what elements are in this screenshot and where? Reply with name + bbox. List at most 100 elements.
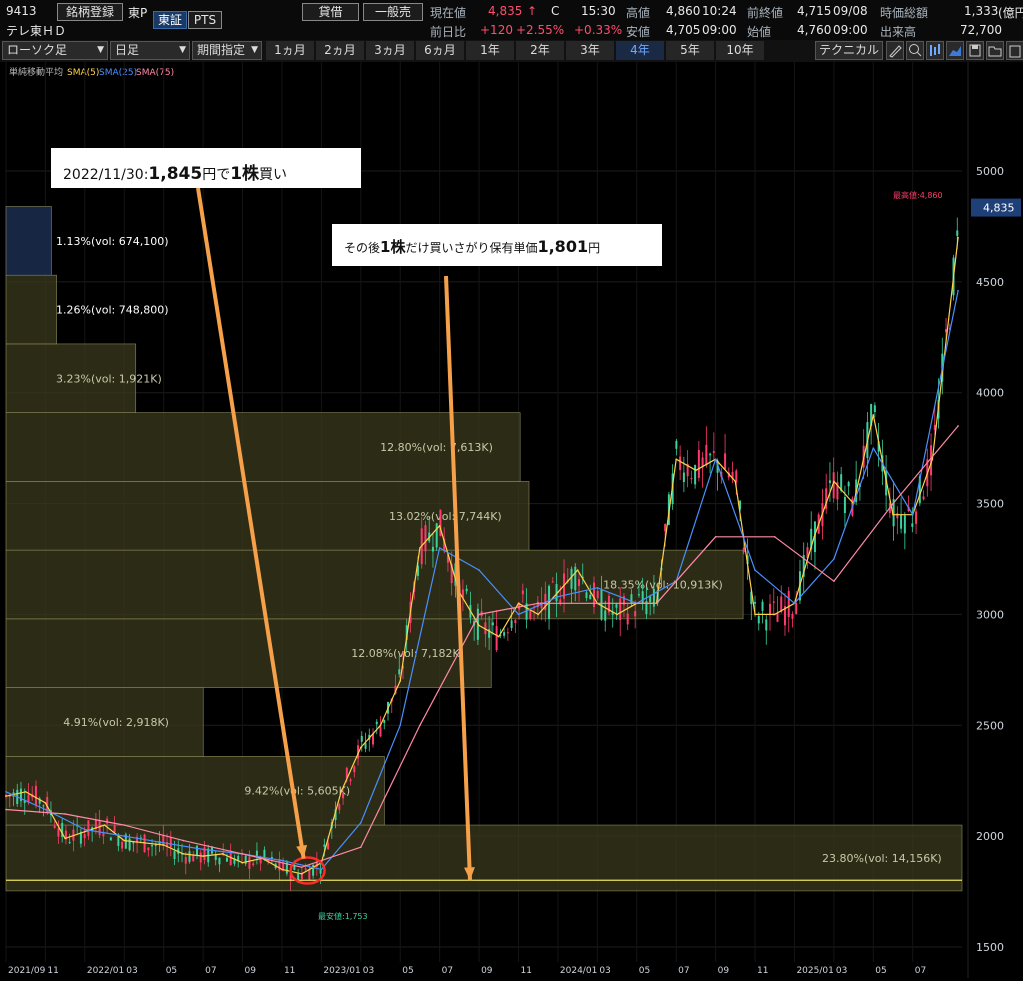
- period-tab[interactable]: 3ヵ月: [366, 41, 414, 60]
- candle-body: [53, 825, 56, 828]
- pen-icon[interactable]: [886, 41, 904, 60]
- sma-point: [872, 447, 875, 449]
- x-tick-label: 2022/01: [87, 966, 124, 976]
- candle-icon[interactable]: [926, 41, 944, 60]
- sma-point: [379, 724, 382, 727]
- candle-body: [956, 230, 959, 236]
- candle-body: [896, 513, 899, 519]
- sma-point: [957, 425, 959, 427]
- clipboard-icon[interactable]: [1006, 41, 1023, 60]
- candle-body: [225, 857, 228, 862]
- sma-point: [222, 853, 224, 855]
- current-price-label: 4,835: [983, 202, 1015, 215]
- current-value: 4,835: [488, 4, 523, 18]
- x-tick-label: 2024/01: [560, 966, 597, 976]
- sma-point: [957, 289, 959, 292]
- period-tab[interactable]: 2ヵ月: [316, 41, 364, 60]
- sma-point: [300, 866, 303, 868]
- range-mode-value: 期間指定: [197, 43, 246, 57]
- interval-value: 日足: [115, 43, 140, 57]
- current-label: 現在値: [430, 6, 467, 20]
- technical-label: テクニカル: [818, 43, 879, 57]
- candle-body: [106, 818, 109, 824]
- candle-body: [578, 579, 581, 586]
- y-tick-label: 1500: [976, 941, 1004, 954]
- sma-point: [340, 791, 342, 793]
- sma-point: [123, 835, 126, 837]
- callout1-price: 1,845: [148, 164, 203, 184]
- x-tick-label: 09: [481, 966, 493, 976]
- candle-body: [293, 865, 296, 870]
- mcap-unit: (億円: [998, 6, 1023, 20]
- sma-point: [202, 848, 204, 851]
- tab-pts[interactable]: PTS: [188, 11, 222, 29]
- period-tab[interactable]: 5年: [666, 41, 714, 60]
- candle-body: [173, 851, 176, 860]
- period-tab[interactable]: 10年: [716, 41, 764, 60]
- range-mode-select[interactable]: 期間指定 ▼: [192, 41, 262, 60]
- volume-profile-label: 13.02%(vol: 7,744K): [389, 510, 502, 523]
- candle-body: [675, 440, 678, 449]
- technical-button[interactable]: テクニカル: [815, 41, 883, 60]
- sma-point: [931, 458, 934, 461]
- chevron-down-icon: ▼: [251, 45, 258, 55]
- candle-body: [188, 851, 191, 862]
- period-tab[interactable]: 3年: [566, 41, 614, 60]
- sma-point: [64, 837, 66, 840]
- period-tab[interactable]: 6ヵ月: [416, 41, 464, 60]
- candle-body: [705, 444, 708, 466]
- sma-point: [734, 480, 737, 483]
- x-tick-label: 05: [402, 966, 413, 976]
- sma-point: [872, 414, 875, 416]
- sma-point: [596, 587, 599, 589]
- interval-select[interactable]: 日足 ▼: [110, 41, 190, 60]
- y-tick-label: 2500: [976, 719, 1004, 732]
- candle-body: [828, 480, 831, 484]
- period-tab[interactable]: 2年: [516, 41, 564, 60]
- period-tab[interactable]: 4年: [616, 41, 664, 60]
- candle-body: [795, 602, 798, 615]
- change-pct: +2.55%: [516, 23, 565, 37]
- register-button[interactable]: 銘柄登録: [57, 3, 123, 21]
- sma-point: [300, 873, 303, 875]
- sma-point: [517, 613, 520, 616]
- stock-code: 9413: [6, 4, 37, 18]
- candle-body: [873, 405, 876, 413]
- sma-point: [833, 480, 835, 483]
- candle-body: [690, 478, 693, 480]
- folder-icon[interactable]: [986, 41, 1004, 60]
- volume-profile-label: 23.80%(vol: 14,156K): [822, 852, 942, 865]
- candle-body: [199, 852, 202, 863]
- chart-canvas[interactable]: 単純移動平均 SMA(5) SMA(25) SMA(75) 1500 2000 25…: [0, 62, 1023, 978]
- candle-body: [843, 497, 846, 514]
- candle-body: [435, 523, 438, 548]
- price-chart[interactable]: 単純移動平均 SMA(5) SMA(25) SMA(75) 1500 2000 25…: [0, 62, 1023, 978]
- zoom-icon[interactable]: [906, 41, 924, 60]
- save-icon[interactable]: [966, 41, 984, 60]
- candle-body: [787, 590, 790, 618]
- candle-body: [83, 834, 86, 839]
- tab-tse[interactable]: 東証: [153, 11, 187, 29]
- sma-point: [438, 547, 441, 549]
- candle-body: [915, 511, 918, 524]
- sma-point: [557, 591, 559, 594]
- period-tab[interactable]: 1年: [466, 41, 514, 60]
- change-pct2: +0.33%: [574, 23, 623, 37]
- chart-type-select[interactable]: ローソク足 ▼: [2, 41, 108, 60]
- general-sell-button[interactable]: 一般売: [363, 3, 423, 21]
- candle-body: [34, 785, 37, 806]
- x-tick-label: 03: [363, 966, 374, 976]
- candle-body: [652, 588, 655, 607]
- lending-button[interactable]: 貸借: [302, 3, 359, 21]
- volume-profile-label: 1.13%(vol: 674,100): [56, 235, 169, 248]
- candle-body: [911, 523, 914, 527]
- period-tab[interactable]: 1ヵ月: [266, 41, 314, 60]
- volume-profile-bar: [5, 824, 963, 892]
- sma-point: [360, 746, 362, 749]
- sma-point: [241, 861, 244, 864]
- candle-body: [551, 581, 554, 583]
- x-tick-label: 07: [442, 966, 453, 976]
- candle-body: [589, 594, 592, 600]
- sma-point: [320, 868, 323, 871]
- area-chart-icon[interactable]: [946, 41, 964, 60]
